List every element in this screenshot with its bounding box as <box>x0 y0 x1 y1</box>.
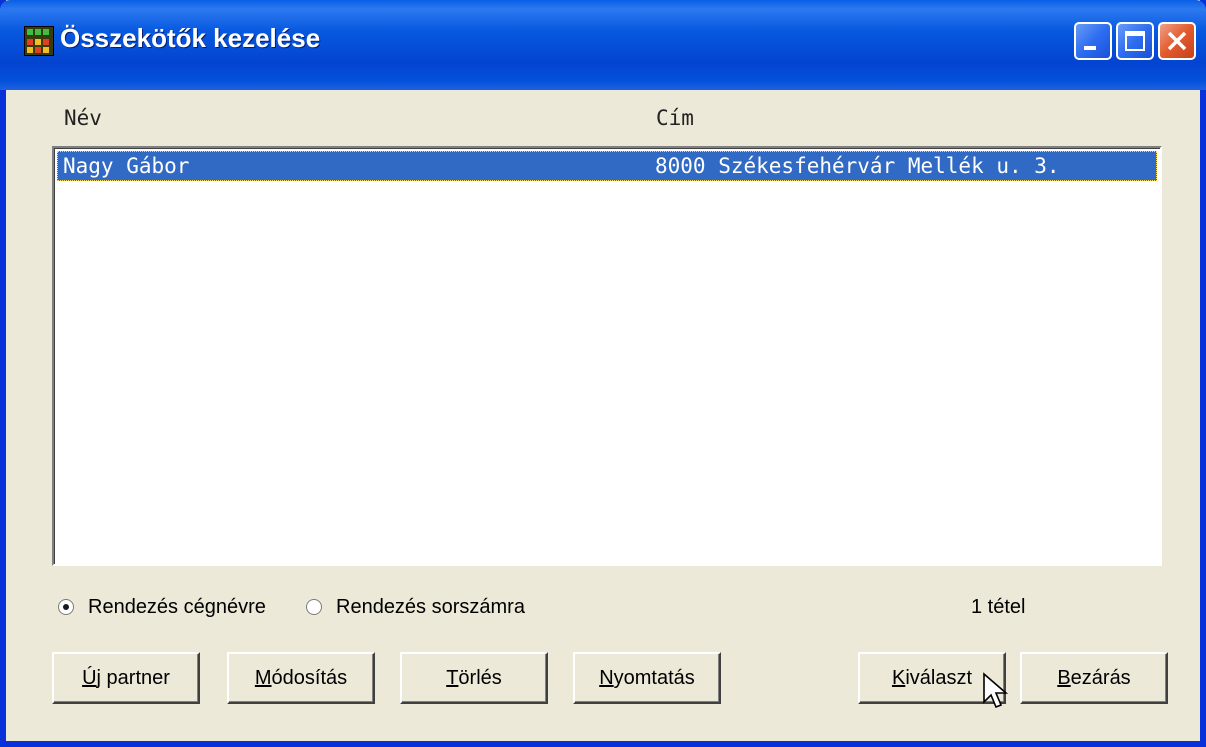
sort-by-name-label: Rendezés cégnévre <box>88 596 266 618</box>
new-partner-label: j partner <box>96 666 170 689</box>
close-label: ezárás <box>1070 666 1131 689</box>
delete-label: örlés <box>458 666 502 689</box>
print-accel: N <box>599 666 614 689</box>
dialog-window: Összekötők kezelése Név Cím Nagy Gábor 8… <box>0 0 1206 747</box>
title-bar[interactable]: Összekötők kezelése <box>0 0 1206 90</box>
new-partner-accel: Ú <box>82 666 97 689</box>
sort-by-name-radio[interactable]: Rendezés cégnévre <box>58 596 288 620</box>
modify-accel: M <box>254 666 272 689</box>
radio-checked-icon[interactable] <box>58 599 74 615</box>
sort-by-number-radio[interactable]: Rendezés sorszámra <box>306 596 546 620</box>
new-partner-button[interactable]: Új partner <box>52 652 200 704</box>
select-label: iválaszt <box>905 666 973 689</box>
close-icon <box>1167 31 1187 51</box>
mouse-pointer-icon <box>983 672 1009 709</box>
delete-button[interactable]: Törlés <box>400 652 548 704</box>
close-button[interactable]: Bezárás <box>1020 652 1168 704</box>
modify-button[interactable]: Módosítás <box>227 652 375 704</box>
print-button[interactable]: Nyomtatás <box>573 652 721 704</box>
item-count: 1 tétel <box>971 596 1026 618</box>
radio-unchecked-icon[interactable] <box>306 599 322 615</box>
list-item-name: Nagy Gábor <box>63 154 190 178</box>
column-header-name[interactable]: Név <box>64 106 102 130</box>
maximize-icon <box>1125 31 1145 51</box>
list-item[interactable]: Nagy Gábor 8000 Székesfehérvár Mellék u.… <box>57 151 1157 181</box>
list-item-address: 8000 Székesfehérvár Mellék u. 3. <box>655 154 1060 178</box>
column-header-address[interactable]: Cím <box>656 106 694 130</box>
minimize-icon <box>1084 46 1096 50</box>
window-title: Összekötők kezelése <box>60 23 321 53</box>
minimize-button[interactable] <box>1074 22 1112 60</box>
print-label: yomtatás <box>613 666 695 689</box>
close-window-button[interactable] <box>1158 22 1196 60</box>
modify-label: ódosítás <box>271 666 348 689</box>
app-icon <box>24 26 54 56</box>
sort-by-number-label: Rendezés sorszámra <box>336 596 525 618</box>
select-accel: K <box>891 666 906 689</box>
partner-list[interactable]: Nagy Gábor 8000 Székesfehérvár Mellék u.… <box>52 146 1162 566</box>
maximize-button[interactable] <box>1116 22 1154 60</box>
close-accel: B <box>1057 666 1071 689</box>
delete-accel: T <box>446 666 459 689</box>
